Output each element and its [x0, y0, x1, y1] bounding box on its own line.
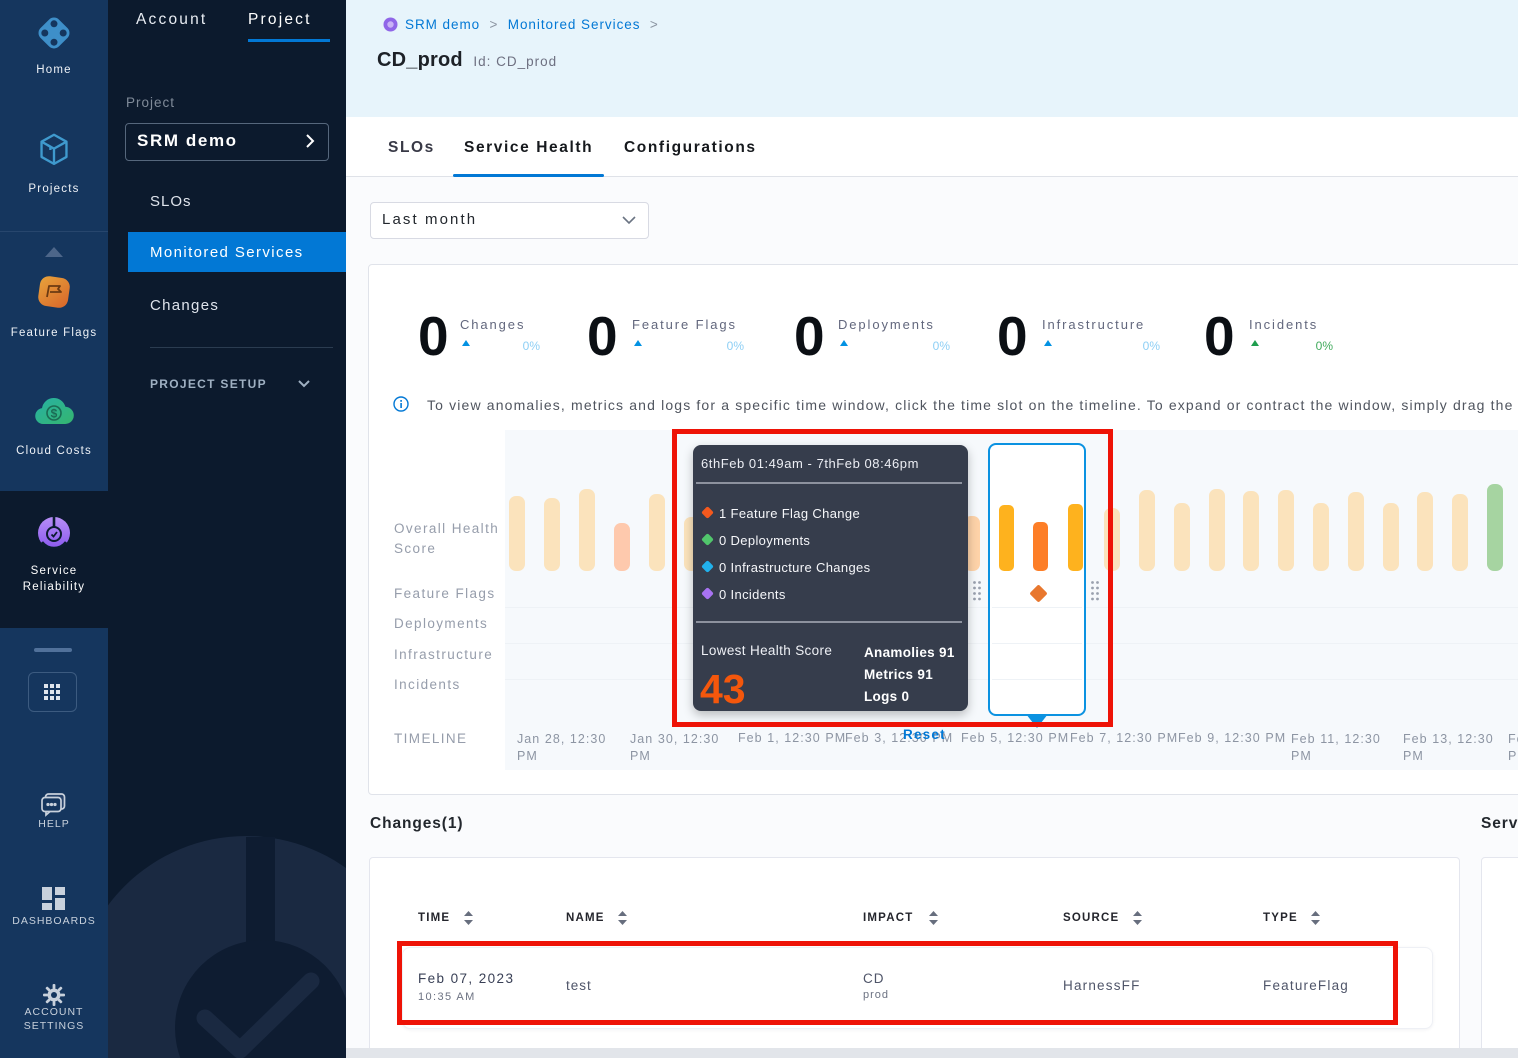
svg-text:$: $	[51, 407, 58, 421]
